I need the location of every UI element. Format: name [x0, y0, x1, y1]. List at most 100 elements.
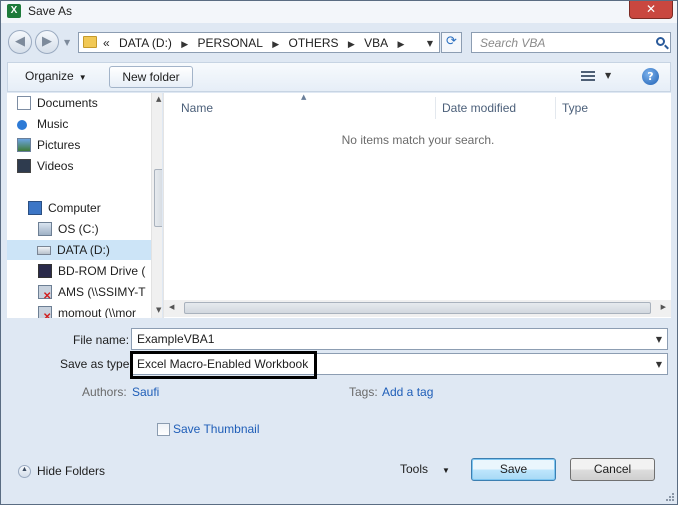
cancel-button[interactable]: Cancel	[570, 458, 655, 481]
pictures-icon	[17, 138, 31, 152]
navigation-pane: Documents Music Pictures Videos Computer…	[7, 93, 162, 318]
nav-item-label: momout (\\mor	[58, 306, 137, 318]
save-as-type-select[interactable]: Excel Macro-Enabled Workbook ▼	[131, 353, 668, 375]
breadcrumb-separator-icon[interactable]: ▶	[181, 39, 188, 49]
save-button[interactable]: Save	[471, 458, 556, 481]
scroll-right-icon[interactable]: ▶	[661, 303, 666, 311]
recent-locations-dropdown[interactable]: ▼	[64, 38, 70, 47]
back-button[interactable]: ◀	[8, 30, 32, 54]
save-thumbnail-label[interactable]: Save Thumbnail	[173, 422, 260, 436]
command-bar: Organize ▼ New folder ▼ ?	[7, 62, 671, 92]
organize-label: Organize	[25, 69, 74, 83]
help-icon[interactable]: ?	[642, 68, 659, 85]
collapse-up-icon	[18, 465, 31, 479]
column-divider[interactable]	[435, 97, 436, 119]
close-button[interactable]: ✕	[629, 1, 673, 19]
breadcrumb-separator-icon[interactable]: ▶	[397, 39, 404, 49]
tools-label: Tools	[400, 462, 429, 476]
nav-item-momout-network[interactable]: momout (\\mor	[38, 303, 137, 318]
file-name-label: File name:	[73, 333, 130, 347]
authors-value[interactable]: Saufi	[132, 385, 159, 399]
save-as-type-value: Excel Macro-Enabled Workbook	[137, 357, 309, 371]
change-view-icon[interactable]	[581, 71, 595, 82]
nav-item-label: DATA (D:)	[57, 243, 110, 257]
organize-button[interactable]: Organize ▼	[25, 69, 87, 83]
window-title: Save As	[28, 4, 73, 18]
nav-item-label: OS (C:)	[58, 222, 99, 236]
file-name-field[interactable]: ExampleVBA1 ▼	[131, 328, 668, 350]
tags-label: Tags:	[349, 385, 378, 399]
nav-item-label: AMS (\\SSIMY-T	[58, 285, 146, 299]
nav-item-label: BD-ROM Drive (	[58, 264, 146, 278]
column-header-type[interactable]: Type	[562, 97, 588, 119]
refresh-button[interactable]: ⟳	[441, 32, 462, 53]
view-options-dropdown-icon[interactable]: ▼	[605, 71, 611, 80]
folder-icon	[83, 36, 97, 48]
sort-ascending-icon: ▲	[301, 93, 307, 101]
save-thumbnail-checkbox[interactable]	[157, 423, 170, 436]
nav-item-music[interactable]: Music	[17, 114, 68, 134]
nav-pane-scrollbar[interactable]: ▲ ▼	[151, 93, 162, 318]
nav-item-label: Documents	[37, 96, 98, 110]
column-header-name[interactable]: Name	[181, 97, 213, 119]
nav-item-bd-rom[interactable]: BD-ROM Drive (	[38, 261, 146, 281]
scrollbar-thumb[interactable]	[154, 169, 162, 227]
music-icon	[17, 120, 27, 130]
save-as-type-label: Save as type:	[60, 357, 133, 371]
back-arrow-icon: ◀	[15, 34, 25, 49]
empty-folder-message: No items match your search.	[341, 133, 495, 147]
new-folder-button[interactable]: New folder	[109, 66, 193, 88]
column-divider[interactable]	[555, 97, 556, 119]
network-drive-disconnected-icon	[38, 285, 52, 307]
forward-button[interactable]: ▶	[35, 30, 59, 54]
breadcrumb-overflow[interactable]: «	[103, 36, 110, 50]
chevron-down-icon: ▼	[78, 73, 87, 82]
authors-label: Authors:	[82, 385, 127, 399]
nav-item-computer[interactable]: Computer	[28, 198, 101, 218]
scroll-up-icon[interactable]: ▲	[156, 95, 161, 103]
file-list: ▲ Name Date modified Type No items match…	[163, 93, 671, 318]
search-input[interactable]: Search VBA	[471, 32, 671, 53]
breadcrumb-separator-icon[interactable]: ▶	[272, 39, 279, 49]
documents-icon	[17, 96, 31, 110]
search-placeholder: Search VBA	[480, 36, 546, 50]
breadcrumb-item-data-drive[interactable]: DATA (D:)	[119, 36, 172, 50]
nav-item-ams-network[interactable]: AMS (\\SSIMY-T	[38, 282, 146, 307]
nav-item-videos[interactable]: Videos	[17, 156, 74, 176]
save-as-dialog: X Save As ✕ ◀ ▶ ▼ « DATA (D:) ▶ PERSONAL…	[0, 0, 678, 505]
column-header-date-modified[interactable]: Date modified	[442, 97, 516, 119]
address-dropdown-icon[interactable]: ▼	[427, 39, 433, 48]
nav-item-data-drive[interactable]: DATA (D:)	[7, 240, 157, 260]
title-bar: X Save As ✕	[1, 1, 677, 23]
nav-item-label: Pictures	[37, 138, 81, 152]
data-drive-icon	[37, 246, 51, 255]
breadcrumb-item-personal[interactable]: PERSONAL	[198, 36, 263, 50]
chevron-down-icon[interactable]: ▼	[656, 335, 662, 344]
resize-grip-icon[interactable]	[665, 492, 675, 502]
breadcrumb-item-vba[interactable]: VBA	[364, 36, 388, 50]
chevron-down-icon[interactable]: ▼	[656, 360, 662, 369]
breadcrumb-item-others[interactable]: OTHERS	[289, 36, 339, 50]
file-name-value: ExampleVBA1	[137, 332, 215, 346]
hide-folders-button[interactable]: Hide Folders	[18, 464, 106, 479]
nav-item-os-drive[interactable]: OS (C:)	[38, 219, 99, 239]
breadcrumb: « DATA (D:) ▶ PERSONAL ▶ OTHERS ▶ VBA ▶	[103, 36, 410, 50]
search-icon[interactable]	[656, 37, 665, 46]
add-tag-link[interactable]: Add a tag	[382, 385, 433, 399]
hide-folders-label: Hide Folders	[37, 464, 106, 478]
nav-item-documents[interactable]: Documents	[17, 93, 98, 113]
computer-icon	[28, 201, 42, 215]
excel-icon: X	[7, 4, 21, 18]
tools-menu-button[interactable]: Tools ▼	[400, 462, 450, 476]
scroll-down-icon[interactable]: ▼	[156, 306, 161, 314]
nav-item-label: Computer	[48, 201, 101, 215]
bd-rom-icon	[38, 264, 52, 278]
breadcrumb-separator-icon[interactable]: ▶	[348, 39, 355, 49]
scroll-left-icon[interactable]: ◀	[169, 303, 174, 311]
nav-item-pictures[interactable]: Pictures	[17, 135, 81, 155]
address-bar[interactable]: « DATA (D:) ▶ PERSONAL ▶ OTHERS ▶ VBA ▶ …	[78, 32, 440, 53]
file-list-horizontal-scrollbar[interactable]: ◀ ▶	[164, 300, 671, 317]
nav-item-label: Videos	[37, 159, 74, 173]
scrollbar-thumb[interactable]	[184, 302, 651, 314]
refresh-icon: ⟳	[446, 34, 457, 49]
